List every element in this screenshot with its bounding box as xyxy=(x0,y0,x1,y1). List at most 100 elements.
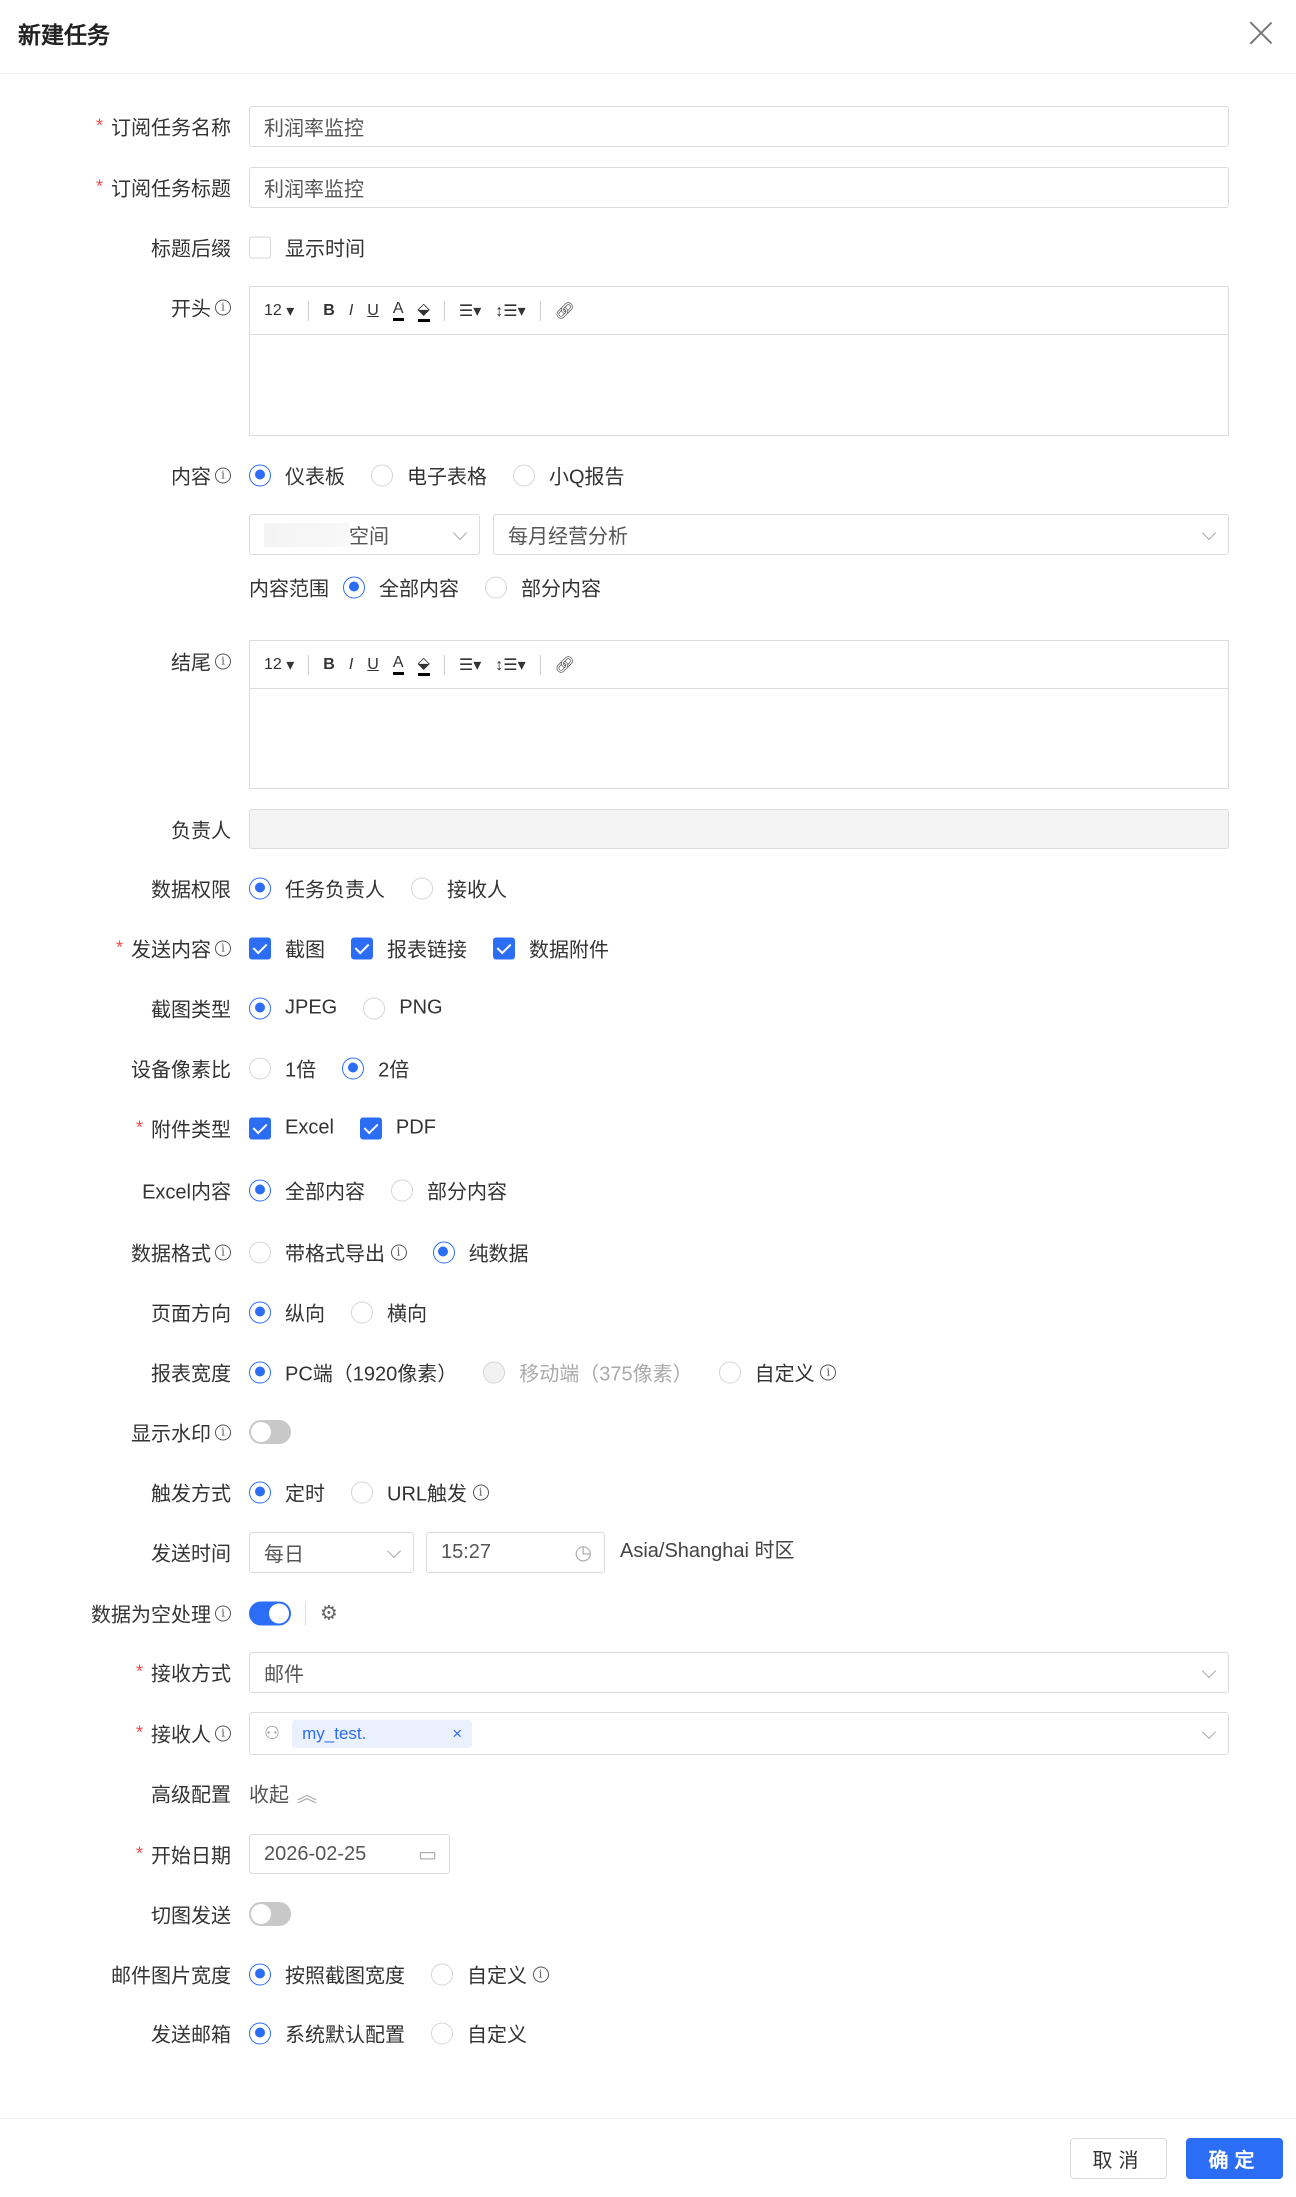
gear-icon[interactable]: ⚙ xyxy=(320,1601,338,1626)
info-icon: i xyxy=(215,1244,231,1260)
align-icon[interactable]: ☰▾ xyxy=(459,301,481,321)
watermark-toggle[interactable] xyxy=(249,1420,291,1444)
jpeg-radio[interactable]: JPEG xyxy=(249,997,337,1020)
confirm-button[interactable]: 确定 xyxy=(1186,2138,1283,2179)
custom-image-width-radio[interactable]: 自定义 i xyxy=(431,1960,549,1989)
info-icon: i xyxy=(532,1966,549,1982)
highlight-icon[interactable]: ⬙ xyxy=(417,653,430,676)
custom-mailbox-radio[interactable]: 自定义 xyxy=(431,2019,527,2048)
font-size-dropdown[interactable]: 12 ▾ xyxy=(264,655,294,675)
info-icon: i xyxy=(472,1484,489,1500)
timezone-text: Asia/Shanghai 时区 xyxy=(620,1540,795,1562)
line-height-icon[interactable]: ↕☰▾ xyxy=(495,301,525,321)
ratio-1x-radio[interactable]: 1倍 xyxy=(249,1054,316,1083)
content-option-dashboard[interactable]: 仪表板 xyxy=(249,461,345,490)
cancel-button[interactable]: 取消 xyxy=(1070,2138,1167,2179)
link-icon[interactable]: 🔗︎ xyxy=(555,301,575,321)
task-title-input[interactable]: 利润率监控 xyxy=(249,167,1229,208)
default-mailbox-radio[interactable]: 系统默认配置 xyxy=(249,2019,405,2048)
receive-method-select[interactable]: 邮件 xyxy=(249,1652,1229,1693)
content-label: 内容 i xyxy=(171,461,231,490)
raw-data-radio[interactable]: 纯数据 xyxy=(432,1238,529,1267)
chevron-down-icon xyxy=(1201,525,1217,540)
align-icon[interactable]: ☰▾ xyxy=(459,655,481,675)
content-scope-label: 内容范围 xyxy=(249,578,329,601)
pixel-ratio-label: 设备像素比 xyxy=(131,1059,231,1082)
info-icon: i xyxy=(215,1424,231,1440)
png-radio[interactable]: PNG xyxy=(363,997,443,1020)
dialog-title: 新建任务 xyxy=(18,22,110,48)
task-title-label: * 订阅任务标题 xyxy=(95,176,231,201)
frequency-select[interactable]: 每日 xyxy=(249,1532,414,1573)
data-format-label: 数据格式 i xyxy=(131,1238,231,1267)
data-attachment-checkbox[interactable]: 数据附件 xyxy=(493,934,609,963)
report-select[interactable]: 每月经营分析 xyxy=(493,514,1229,555)
font-color-icon[interactable]: A xyxy=(392,300,404,321)
remove-tag-icon[interactable]: × xyxy=(452,1724,462,1744)
space-select[interactable]: 空间 xyxy=(249,514,480,555)
link-icon[interactable]: 🔗︎ xyxy=(555,655,575,675)
send-time-label: 发送时间 xyxy=(151,1543,231,1566)
mail-image-width-label: 邮件图片宽度 xyxy=(111,1965,231,1988)
footer-divider xyxy=(0,2118,1296,2119)
underline-icon[interactable]: U xyxy=(367,302,379,320)
chevron-down-icon xyxy=(452,525,468,540)
info-icon: i xyxy=(215,653,231,669)
portrait-radio[interactable]: 纵向 xyxy=(249,1298,325,1327)
pdf-checkbox[interactable]: PDF xyxy=(359,1117,436,1140)
close-icon[interactable] xyxy=(1248,20,1274,46)
excel-all-radio[interactable]: 全部内容 xyxy=(249,1176,365,1205)
line-height-icon[interactable]: ↕☰▾ xyxy=(495,655,525,675)
custom-width-radio[interactable]: 自定义 i xyxy=(718,1358,837,1387)
owner-input xyxy=(249,809,1229,849)
split-send-label: 切图发送 xyxy=(151,1905,231,1928)
excel-checkbox[interactable]: Excel xyxy=(249,1117,334,1140)
task-name-input[interactable]: 利润率监控 xyxy=(249,106,1229,147)
split-send-toggle[interactable] xyxy=(249,1902,291,1926)
underline-icon[interactable]: U xyxy=(367,656,379,674)
permission-owner-radio[interactable]: 任务负责人 xyxy=(249,874,385,903)
permission-receiver-radio[interactable]: 接收人 xyxy=(411,874,507,903)
scope-all-radio[interactable]: 全部内容 xyxy=(343,573,459,602)
opening-editor[interactable]: 12 ▾ B I U A ⬙ ☰▾ ↕☰▾ 🔗︎ xyxy=(249,286,1229,436)
data-permission-label: 数据权限 xyxy=(151,879,231,902)
opening-label: 开头 i xyxy=(171,293,231,322)
chevron-down-icon xyxy=(1201,1663,1217,1678)
highlight-icon[interactable]: ⬙ xyxy=(417,299,430,322)
info-icon: i xyxy=(215,1605,231,1621)
scheduled-radio[interactable]: 定时 xyxy=(249,1478,325,1507)
watermark-label: 显示水印 i xyxy=(131,1418,231,1447)
font-color-icon[interactable]: A xyxy=(392,654,404,675)
content-option-report[interactable]: 小Q报告 xyxy=(513,461,625,490)
bold-icon[interactable]: B xyxy=(323,656,335,674)
pc-width-radio[interactable]: PC端（1920像素） xyxy=(249,1358,457,1387)
collapse-advanced-button[interactable]: 收起 ︽ xyxy=(249,1779,317,1808)
italic-icon[interactable]: I xyxy=(349,656,353,674)
landscape-radio[interactable]: 横向 xyxy=(351,1298,427,1327)
start-date-picker[interactable]: 2026-02-25 ▭ xyxy=(249,1834,450,1874)
report-link-checkbox[interactable]: 报表链接 xyxy=(351,934,467,963)
screenshot-width-radio[interactable]: 按照截图宽度 xyxy=(249,1960,405,1989)
bold-icon[interactable]: B xyxy=(323,302,335,320)
font-size-dropdown[interactable]: 12 ▾ xyxy=(264,301,294,321)
mobile-width-radio: 移动端（375像素） xyxy=(483,1358,693,1387)
owner-label: 负责人 xyxy=(171,820,231,843)
show-time-checkbox[interactable]: 显示时间 xyxy=(249,233,365,262)
scope-partial-radio[interactable]: 部分内容 xyxy=(485,573,601,602)
italic-icon[interactable]: I xyxy=(349,302,353,320)
excel-partial-radio[interactable]: 部分内容 xyxy=(391,1176,507,1205)
content-option-spreadsheet[interactable]: 电子表格 xyxy=(371,461,487,490)
time-picker[interactable]: 15:27 ◷ xyxy=(426,1532,605,1573)
orientation-label: 页面方向 xyxy=(151,1303,231,1326)
info-icon: i xyxy=(390,1244,407,1260)
closing-editor[interactable]: 12 ▾ B I U A ⬙ ☰▾ ↕☰▾ 🔗︎ xyxy=(249,640,1229,789)
ratio-2x-radio[interactable]: 2倍 xyxy=(342,1054,409,1083)
formatted-export-radio[interactable]: 带格式导出 i xyxy=(249,1238,407,1267)
sender-mailbox-label: 发送邮箱 xyxy=(151,2024,231,2047)
url-trigger-radio[interactable]: URL触发 i xyxy=(351,1478,489,1507)
screenshot-checkbox[interactable]: 截图 xyxy=(249,934,325,963)
dialog-header: 新建任务 xyxy=(0,0,1296,74)
chevron-down-icon xyxy=(386,1543,402,1558)
empty-data-toggle[interactable] xyxy=(249,1601,291,1625)
receivers-select[interactable]: ⚇ my_test. × xyxy=(249,1712,1229,1755)
